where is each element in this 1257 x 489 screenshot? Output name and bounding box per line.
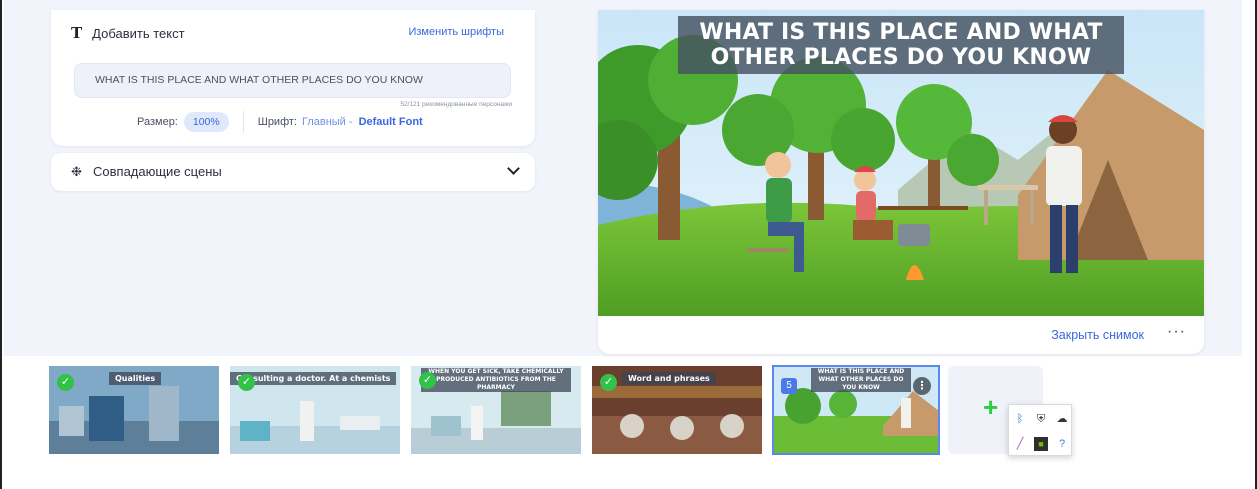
char-count: 52/121 рекомендованные персонажи xyxy=(400,101,512,108)
cloud-off-icon[interactable]: ☁ xyxy=(1055,412,1069,426)
font-label: Шрифт: xyxy=(257,116,297,128)
size-label: Размер: xyxy=(137,116,178,128)
thumb-menu-icon[interactable]: ⋮ xyxy=(913,377,931,395)
scene-caption-overlay: WHAT IS THIS PLACE AND WHAT OTHER PLACES… xyxy=(678,16,1124,74)
timeline-thumb[interactable]: Word and phrases ✓ xyxy=(592,366,762,454)
add-text-title: Добавить текст xyxy=(92,25,185,41)
check-icon: ✓ xyxy=(238,374,255,391)
nvidia-icon[interactable]: ■ xyxy=(1034,437,1048,451)
check-icon: ✓ xyxy=(57,374,74,391)
app-frame: T Добавить текст Изменить шрифты WHAT IS… xyxy=(0,0,1257,489)
pen-icon[interactable]: ╱ xyxy=(1013,437,1027,451)
timeline-thumb[interactable]: Consulting a doctor. At a chemists ✓ xyxy=(230,366,400,454)
more-options-icon[interactable]: ··· xyxy=(1167,323,1186,341)
text-icon: T xyxy=(71,24,83,42)
system-tray-popup: ᛒ ⛨ ☁ ╱ ■ ? xyxy=(1008,404,1072,456)
workspace: T Добавить текст Изменить шрифты WHAT IS… xyxy=(4,0,1242,356)
timeline-thumb[interactable]: WHEN YOU GET SICK, TAKE CHEMICALLY PRODU… xyxy=(411,366,581,454)
plus-icon: + xyxy=(983,392,999,422)
scene-preview-card: WHAT IS THIS PLACE AND WHAT OTHER PLACES… xyxy=(598,10,1204,354)
default-font-link[interactable]: Default Font xyxy=(359,116,423,128)
thumb-label: WHEN YOU GET SICK, TAKE CHEMICALLY PRODU… xyxy=(421,368,571,392)
add-text-header: T Добавить текст xyxy=(71,24,185,42)
font-options-row: Размер: 100% Шрифт: Главный - Default Fo… xyxy=(137,111,423,133)
matching-scenes-label: Совпадающие сцены xyxy=(93,164,222,179)
caption-text-input[interactable]: WHAT IS THIS PLACE AND WHAT OTHER PLACES… xyxy=(74,63,511,98)
matching-scenes-dropdown[interactable]: ❉ Совпадающие сцены xyxy=(51,153,535,191)
font-main[interactable]: Главный - xyxy=(302,116,353,128)
add-text-panel: T Добавить текст Изменить шрифты WHAT IS… xyxy=(51,10,535,146)
bluetooth-icon[interactable]: ᛒ xyxy=(1013,412,1027,426)
timeline-thumb[interactable]: Qualities ✓ xyxy=(49,366,219,454)
scene-number-badge: 5 xyxy=(781,378,797,394)
shield-icon[interactable]: ⛨ xyxy=(1034,412,1048,426)
thumb-label: Qualities xyxy=(109,372,162,385)
chevron-down-icon xyxy=(507,162,520,175)
support-icon[interactable]: ? xyxy=(1055,437,1069,451)
timeline-thumb-selected[interactable]: WHAT IS THIS PLACE AND WHAT OTHER PLACES… xyxy=(772,365,940,455)
divider xyxy=(242,111,244,133)
thumb-label: Word and phrases xyxy=(622,372,716,385)
check-icon: ✓ xyxy=(419,372,436,389)
scenes-icon: ❉ xyxy=(71,164,82,179)
check-icon: ✓ xyxy=(600,374,617,391)
change-fonts-link[interactable]: Изменить шрифты xyxy=(408,26,504,38)
scene-preview-image[interactable]: WHAT IS THIS PLACE AND WHAT OTHER PLACES… xyxy=(598,10,1204,316)
thumb-label: WHAT IS THIS PLACE AND WHAT OTHER PLACES… xyxy=(811,368,911,392)
close-snapshot-button[interactable]: Закрыть снимок xyxy=(1051,328,1144,342)
size-value-pill[interactable]: 100% xyxy=(183,112,229,132)
